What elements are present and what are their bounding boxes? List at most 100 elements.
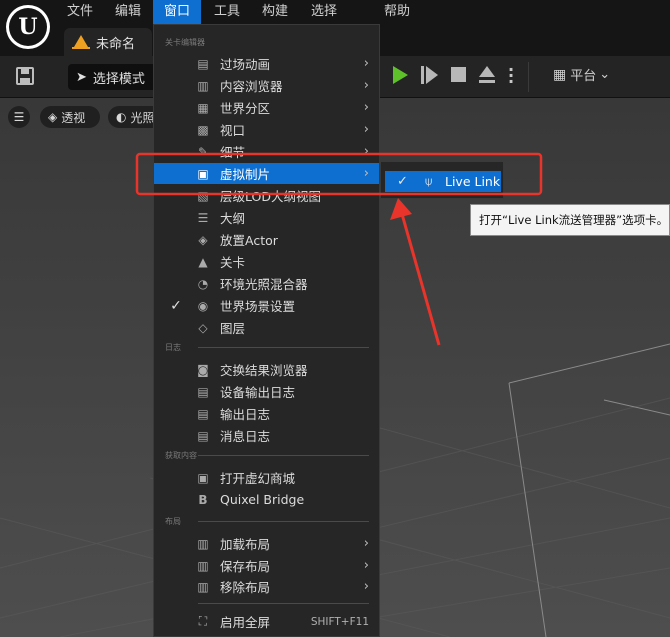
menu-file[interactable]: 文件 — [62, 0, 98, 24]
section-get-content: 获取内容 — [165, 451, 197, 460]
platform-button[interactable]: ▦ 平台 ⌄ — [553, 65, 611, 85]
toolbar-divider — [528, 62, 529, 92]
menu-item-cinematics[interactable]: ▤ 过场动画 › — [154, 53, 379, 74]
document-tab[interactable]: 未命名 — [64, 28, 152, 56]
device-log-icon: ▤ — [197, 384, 209, 399]
menu-item-virtual-production[interactable]: ▣ 虚拟制片 › — [154, 163, 379, 184]
chevron-right-icon: › — [363, 536, 369, 551]
place-actor-icon: ◈ — [198, 232, 208, 247]
menu-item-label: 设备输出日志 — [220, 385, 296, 400]
lit-mode-label: 光照 — [130, 110, 155, 125]
message-log-icon: ▤ — [197, 428, 209, 443]
menu-item-label: 虚拟制片 — [220, 167, 271, 182]
platform-label: 平台 — [570, 69, 597, 84]
menu-item-label: 放置Actor — [220, 233, 278, 248]
menu-item-env-light-mixer[interactable]: ◔ 环境光照混合器 — [154, 273, 379, 294]
virtual-production-icon: ▣ — [197, 166, 209, 181]
menu-item-marketplace[interactable]: ▣ 打开虚幻商城 — [154, 467, 379, 488]
stop-icon[interactable] — [451, 67, 466, 82]
chevron-right-icon: › — [363, 166, 369, 181]
menu-item-content-browser[interactable]: ▥ 内容浏览器 › — [154, 75, 379, 96]
chevron-down-icon: ⌄ — [599, 67, 611, 82]
menu-select[interactable]: 选择 — [305, 0, 343, 24]
section-layout: 布局 — [165, 517, 181, 526]
menu-edit[interactable]: 编辑 — [108, 0, 148, 24]
lit-sphere-icon: ◐ — [116, 110, 127, 124]
menu-build[interactable]: 构建 — [256, 0, 294, 24]
menu-item-label: 图层 — [220, 321, 246, 336]
section-log: 日志 — [165, 343, 181, 352]
menu-item-label: 输出日志 — [220, 407, 271, 422]
hlod-icon: ▧ — [197, 188, 209, 203]
menu-item-label: 层级LOD大纲视图 — [220, 189, 321, 204]
menu-item-label: 视口 — [220, 123, 246, 138]
perspective-button[interactable]: ◈ 透视 — [40, 106, 100, 128]
menu-item-label: 加载布局 — [220, 537, 271, 552]
menu-item-levels[interactable]: ▲ 关卡 — [154, 251, 379, 272]
play-icon[interactable] — [393, 66, 408, 84]
menu-window[interactable]: 窗口 — [153, 0, 201, 24]
level-icon — [72, 34, 90, 50]
menu-item-layers[interactable]: ◇ 图层 — [154, 317, 379, 338]
platform-icon: ▦ — [553, 66, 567, 83]
menu-item-world-settings[interactable]: ✓ ◉ 世界场景设置 — [154, 295, 379, 316]
menu-item-interchange-results[interactable]: ◙ 交换结果浏览器 — [154, 359, 379, 380]
menu-help[interactable]: 帮助 — [378, 0, 416, 24]
menu-item-device-output-log[interactable]: ▤ 设备输出日志 — [154, 381, 379, 402]
menu-divider — [198, 347, 369, 348]
menu-item-label: 打开虚幻商城 — [220, 471, 296, 486]
eject-icon[interactable] — [478, 66, 496, 84]
submenu-item-live-link[interactable]: ✓ ⍦ Live Link — [385, 171, 501, 192]
window-menu-dropdown: 关卡编辑器 ▤ 过场动画 › ▥ 内容浏览器 › ▦ 世界分区 › ▩ 视口 ›… — [153, 24, 380, 637]
live-link-tooltip: 打开“Live Link流送管理器”选项卡。 — [470, 204, 670, 236]
chevron-right-icon: › — [363, 78, 369, 93]
world-partition-icon: ▦ — [197, 100, 209, 115]
menu-item-output-log[interactable]: ▤ 输出日志 — [154, 403, 379, 424]
menu-item-place-actors[interactable]: ◈ 放置Actor — [154, 229, 379, 250]
menu-tools[interactable]: 工具 — [208, 0, 246, 24]
menu-item-label: 交换结果浏览器 — [220, 363, 308, 378]
save-layout-icon: ▥ — [197, 558, 209, 573]
mode-select-button[interactable]: ➤ 选择模式 — [68, 64, 156, 90]
quixel-bridge-icon: B — [198, 492, 208, 507]
menu-item-world-partition[interactable]: ▦ 世界分区 › — [154, 97, 379, 118]
menu-item-outliner[interactable]: ☰ 大纲 — [154, 207, 379, 228]
menu-item-label: 消息日志 — [220, 429, 271, 444]
levels-icon: ▲ — [198, 254, 208, 269]
save-icon[interactable] — [16, 67, 34, 85]
virtual-production-submenu: ✓ ⍦ Live Link — [380, 161, 504, 199]
perspective-label: 透视 — [61, 110, 86, 125]
live-link-icon: ⍦ — [425, 174, 433, 188]
fullscreen-icon: ⛶ — [198, 614, 208, 628]
menu-item-message-log[interactable]: ▤ 消息日志 — [154, 425, 379, 446]
menu-item-label: 内容浏览器 — [220, 79, 283, 94]
document-tab-label: 未命名 — [96, 36, 136, 52]
menu-item-fullscreen[interactable]: ⛶ 启用全屏 SHIFT+F11 — [154, 611, 379, 632]
menu-item-viewports[interactable]: ▩ 视口 › — [154, 119, 379, 140]
menu-item-label: 过场动画 — [220, 57, 271, 72]
unreal-logo-icon[interactable]: U — [6, 5, 50, 49]
menu-item-quixel-bridge[interactable]: B Quixel Bridge — [154, 489, 379, 510]
menu-item-load-layout[interactable]: ▥ 加载布局 › — [154, 533, 379, 554]
chevron-right-icon: › — [363, 144, 369, 159]
viewport-options-icon[interactable]: ☰ — [8, 106, 30, 128]
more-options-icon[interactable]: · · · — [508, 62, 514, 90]
checkmark-icon: ✓ — [170, 297, 182, 314]
menu-item-save-layout[interactable]: ▥ 保存布局 › — [154, 555, 379, 576]
menu-item-label: 启用全屏 — [220, 615, 271, 630]
submenu-item-label: Live Link — [445, 174, 501, 189]
load-layout-icon: ▥ — [197, 536, 209, 551]
menu-item-label: 世界场景设置 — [220, 299, 296, 314]
menu-item-remove-layout[interactable]: ▥ 移除布局 › — [154, 576, 379, 597]
menu-item-hlod-outliner[interactable]: ▧ 层级LOD大纲视图 — [154, 185, 379, 206]
chevron-right-icon: › — [363, 100, 369, 115]
menu-divider — [198, 455, 369, 456]
menu-item-label: 保存布局 — [220, 559, 271, 574]
checkmark-icon: ✓ — [397, 174, 408, 189]
advance-frame-icon[interactable] — [421, 66, 439, 84]
menu-item-label: 环境光照混合器 — [220, 277, 308, 292]
menu-item-details[interactable]: ✎ 细节 › — [154, 141, 379, 162]
menu-item-label: 大纲 — [220, 211, 246, 226]
chevron-right-icon: › — [363, 579, 369, 594]
output-log-icon: ▤ — [197, 406, 209, 421]
